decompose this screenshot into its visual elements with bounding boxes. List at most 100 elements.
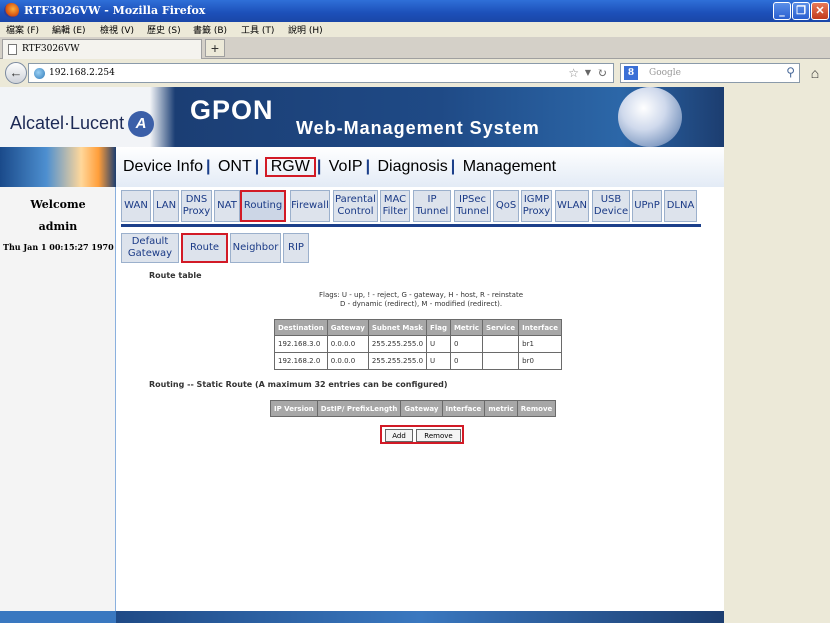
- table-cell: 0.0.0.0: [326, 335, 369, 353]
- tab-qos[interactable]: QoS: [493, 190, 519, 222]
- static-route-title: Routing -- Static Route (A maximum 32 en…: [149, 380, 448, 389]
- brand-logo-text: Alcatel·Lucent: [10, 113, 125, 133]
- page-icon: [8, 44, 17, 55]
- table-cell: U: [426, 335, 451, 353]
- add-button[interactable]: Add: [385, 429, 413, 442]
- back-button[interactable]: ←: [5, 62, 27, 84]
- nav-voip[interactable]: VoIP: [327, 158, 365, 176]
- tab-nat[interactable]: NAT: [214, 190, 240, 222]
- column-header: Destination: [274, 319, 328, 336]
- table-header-row: Destination Gateway Subnet Mask Flag Met…: [274, 319, 562, 336]
- flags-legend-line2: D - dynamic (redirect), M - modified (re…: [339, 300, 503, 308]
- welcome-text: Welcome: [30, 198, 86, 211]
- route-table: Destination Gateway Subnet Mask Flag Met…: [274, 319, 562, 370]
- tab-usb-device[interactable]: USB Device: [592, 190, 630, 222]
- tab-ip-tunnel[interactable]: IP Tunnel: [413, 190, 451, 222]
- product-subtitle: Web-Management System: [296, 118, 540, 138]
- table-cell: br0: [518, 352, 562, 370]
- product-title: GPON: [190, 95, 274, 125]
- column-header: Service: [482, 319, 520, 336]
- column-header: Subnet Mask: [367, 319, 428, 336]
- table-cell: 0.0.0.0: [326, 352, 369, 370]
- menu-history[interactable]: 歷史 (S): [147, 23, 181, 36]
- menu-view[interactable]: 檢視 (V): [100, 23, 134, 36]
- search-engine-icon[interactable]: 8: [624, 66, 638, 80]
- table-cell: [482, 352, 520, 370]
- column-header: DstIP/ PrefixLength: [316, 400, 402, 417]
- globe-graphic: [618, 87, 682, 147]
- remove-button[interactable]: Remove: [416, 429, 461, 442]
- table-cell: 255.255.255.0: [367, 352, 428, 370]
- url-bar[interactable]: 192.168.2.254 ☆ ▼ ↻: [28, 63, 614, 83]
- nav-management[interactable]: Management: [461, 158, 558, 176]
- window-title: RTF3026VW - Mozilla Firefox: [24, 4, 206, 17]
- search-icon[interactable]: ⚲: [786, 65, 795, 79]
- bookmark-star-icon[interactable]: ☆: [568, 66, 579, 80]
- maximize-button[interactable]: ❐: [792, 2, 810, 20]
- table-cell: 255.255.255.0: [367, 335, 428, 353]
- tab-dns-proxy[interactable]: DNS Proxy: [181, 190, 212, 222]
- tab-ipsec-tunnel[interactable]: IPSec Tunnel: [454, 190, 491, 222]
- tab-wan[interactable]: WAN: [121, 190, 151, 222]
- navigation-bar: ← 192.168.2.254 ☆ ▼ ↻ 8 Google ⚲ ⌂: [0, 59, 830, 87]
- menu-file[interactable]: 檔案 (F): [6, 23, 39, 36]
- table-row: 192.168.3.0 0.0.0.0 255.255.255.0 U 0 br…: [274, 335, 562, 353]
- tab-mac-filter[interactable]: MAC Filter: [380, 190, 410, 222]
- reload-icon[interactable]: ↻: [597, 66, 607, 80]
- browser-tab-label: RTF3026VW: [22, 44, 80, 54]
- table-cell: [482, 335, 520, 353]
- column-header: Interface: [441, 400, 486, 417]
- tab-wlan[interactable]: WLAN: [555, 190, 589, 222]
- new-tab-button[interactable]: +: [205, 39, 225, 57]
- nav-rgw[interactable]: RGW: [264, 157, 316, 177]
- menu-bookmarks[interactable]: 書籤 (B): [193, 23, 227, 36]
- static-route-table: IP Version DstIP/ PrefixLength Gateway I…: [270, 400, 557, 417]
- table-cell: 0: [449, 335, 484, 353]
- column-header: Gateway: [326, 319, 369, 336]
- browser-tab[interactable]: RTF3026VW: [2, 39, 202, 59]
- home-icon[interactable]: ⌂: [806, 64, 824, 82]
- table-cell: U: [426, 352, 451, 370]
- nav-diagnosis[interactable]: Diagnosis: [376, 158, 450, 176]
- tab-upnp[interactable]: UPnP: [632, 190, 662, 222]
- tab-route[interactable]: Route: [181, 233, 228, 263]
- menu-help[interactable]: 說明 (H): [288, 23, 323, 36]
- column-header: Gateway: [400, 400, 443, 417]
- tab-dlna[interactable]: DLNA: [664, 190, 697, 222]
- close-button[interactable]: ✕: [811, 2, 829, 20]
- username: admin: [38, 220, 78, 233]
- tab-igmp-proxy[interactable]: IGMP Proxy: [521, 190, 552, 222]
- action-buttons-highlight: Add Remove: [380, 425, 464, 444]
- top-nav: Device Info | ONT | RGW | VoIP | Diagnosis | …: [121, 157, 558, 177]
- header-banner: Alcatel·Lucent A GPON Web-Management Sys…: [0, 87, 724, 147]
- table-cell: 0: [449, 352, 484, 370]
- nav-device-info[interactable]: Device Info: [121, 158, 205, 176]
- tab-rip[interactable]: RIP: [283, 233, 309, 263]
- tab-routing[interactable]: Routing: [240, 190, 286, 222]
- tab-lan[interactable]: LAN: [153, 190, 179, 222]
- table-cell: br1: [518, 335, 562, 353]
- footer-bar-left: [0, 611, 116, 623]
- tab-parental-control[interactable]: Parental Control: [333, 190, 378, 222]
- browser-tab-strip: RTF3026VW +: [0, 37, 830, 59]
- system-clock: Thu Jan 1 00:15:27 1970: [3, 242, 114, 252]
- tab-default-gateway[interactable]: Default Gateway: [121, 233, 179, 263]
- menu-bar: 檔案 (F) 編輯 (E) 檢視 (V) 歷史 (S) 書籤 (B) 工具 (T…: [0, 22, 830, 37]
- column-header: IP Version: [270, 400, 318, 417]
- minimize-button[interactable]: _: [773, 2, 791, 20]
- menu-tools[interactable]: 工具 (T): [241, 23, 274, 36]
- chevron-down-icon[interactable]: ▼: [585, 68, 591, 77]
- search-input[interactable]: 8 Google ⚲: [620, 63, 800, 83]
- tab-firewall[interactable]: Firewall: [290, 190, 330, 222]
- url-text: 192.168.2.254: [49, 68, 115, 78]
- tab-neighbor[interactable]: Neighbor: [230, 233, 281, 263]
- route-table-title: Route table: [149, 271, 202, 280]
- menu-edit[interactable]: 編輯 (E): [52, 23, 86, 36]
- column-header: metric: [484, 400, 518, 417]
- web-page: Alcatel·Lucent A GPON Web-Management Sys…: [0, 87, 724, 623]
- nav-ont[interactable]: ONT: [216, 158, 254, 176]
- search-placeholder: Google: [649, 68, 681, 78]
- table-header-row: IP Version DstIP/ PrefixLength Gateway I…: [270, 400, 557, 417]
- brand-logo-icon: A: [128, 111, 154, 137]
- left-panel: Welcome admin Thu Jan 1 00:15:27 1970: [0, 147, 116, 623]
